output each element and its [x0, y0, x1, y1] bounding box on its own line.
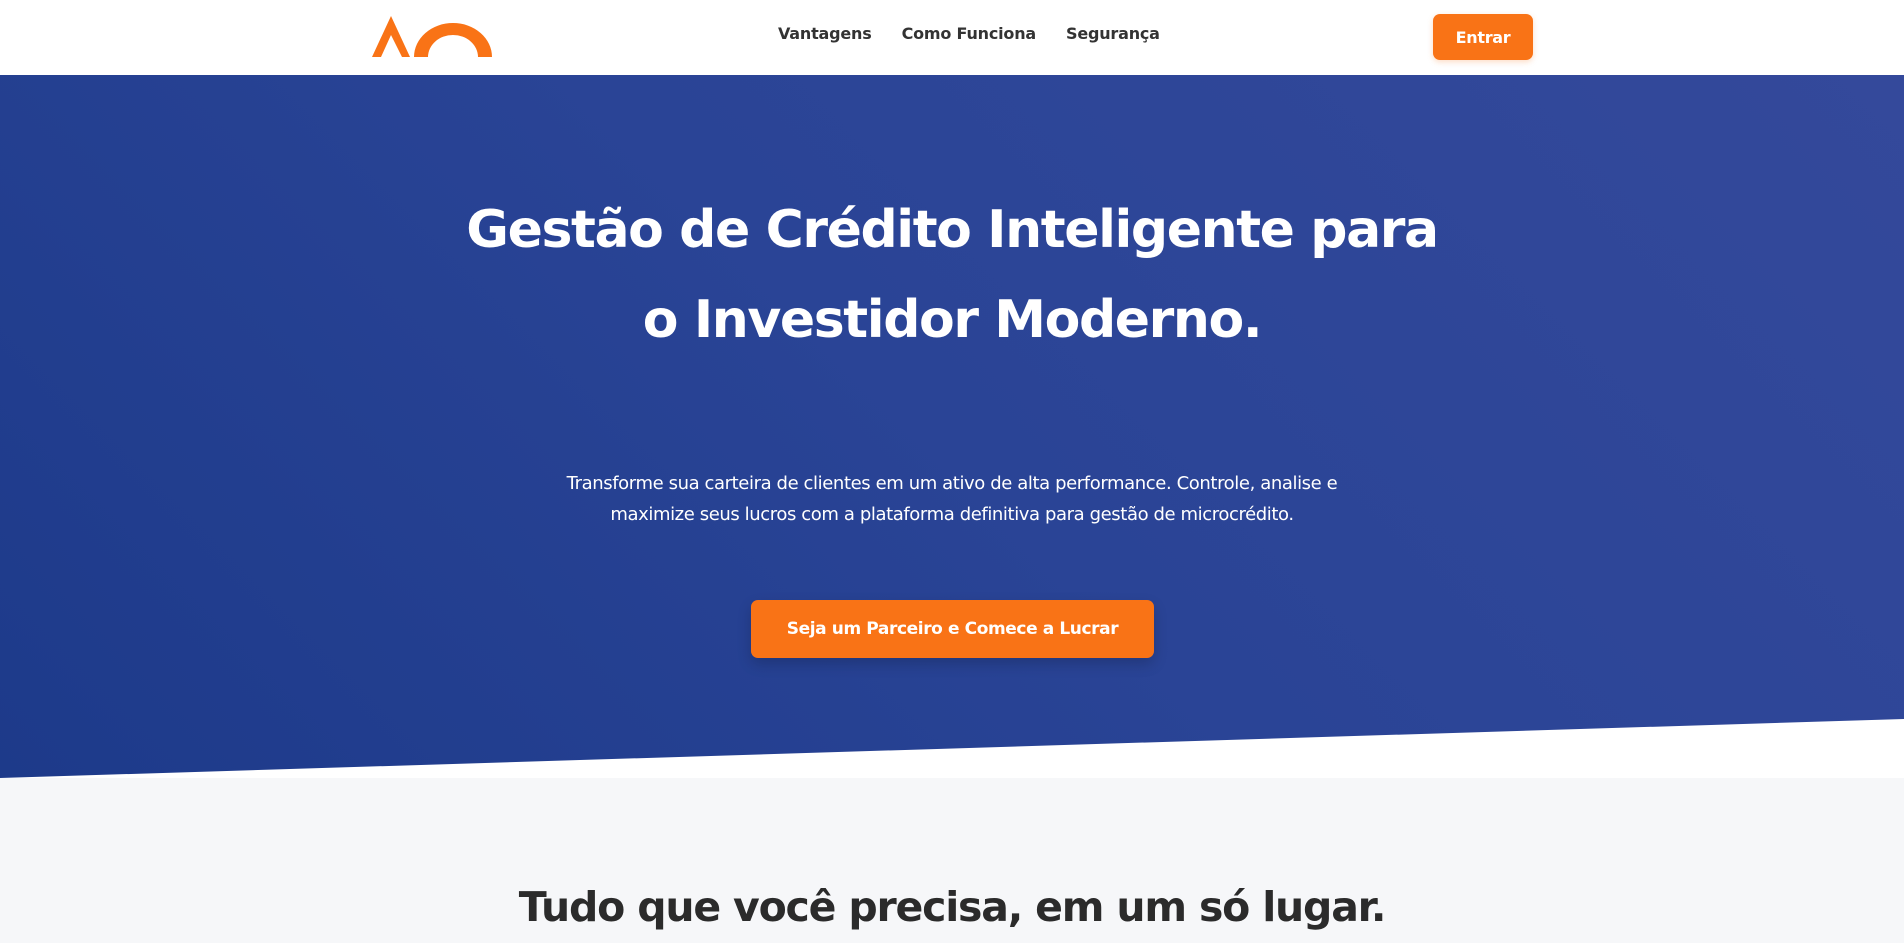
- partner-cta-button[interactable]: Seja um Parceiro e Comece a Lucrar: [751, 600, 1154, 658]
- hero-subtitle: Transforme sua carteira de clientes em u…: [566, 473, 1338, 525]
- brand-logo[interactable]: [372, 16, 492, 57]
- nav-link-vantagens[interactable]: Vantagens: [778, 24, 872, 43]
- hero-section: Gestão de Crédito Inteligente para o Inv…: [0, 75, 1904, 778]
- login-button[interactable]: Entrar: [1433, 14, 1533, 60]
- main-nav: Vantagens Como Funciona Segurança: [778, 24, 1160, 43]
- features-section: Tudo que você precisa, em um só lugar.: [0, 778, 1904, 943]
- nav-link-como-funciona[interactable]: Como Funciona: [902, 24, 1037, 43]
- hero-title: Gestão de Crédito Inteligente para o Inv…: [466, 200, 1439, 350]
- site-header: Vantagens Como Funciona Segurança Entrar: [0, 0, 1904, 75]
- features-title: Tudo que você precisa, em um só lugar.: [518, 883, 1387, 931]
- nav-link-seguranca[interactable]: Segurança: [1066, 24, 1160, 43]
